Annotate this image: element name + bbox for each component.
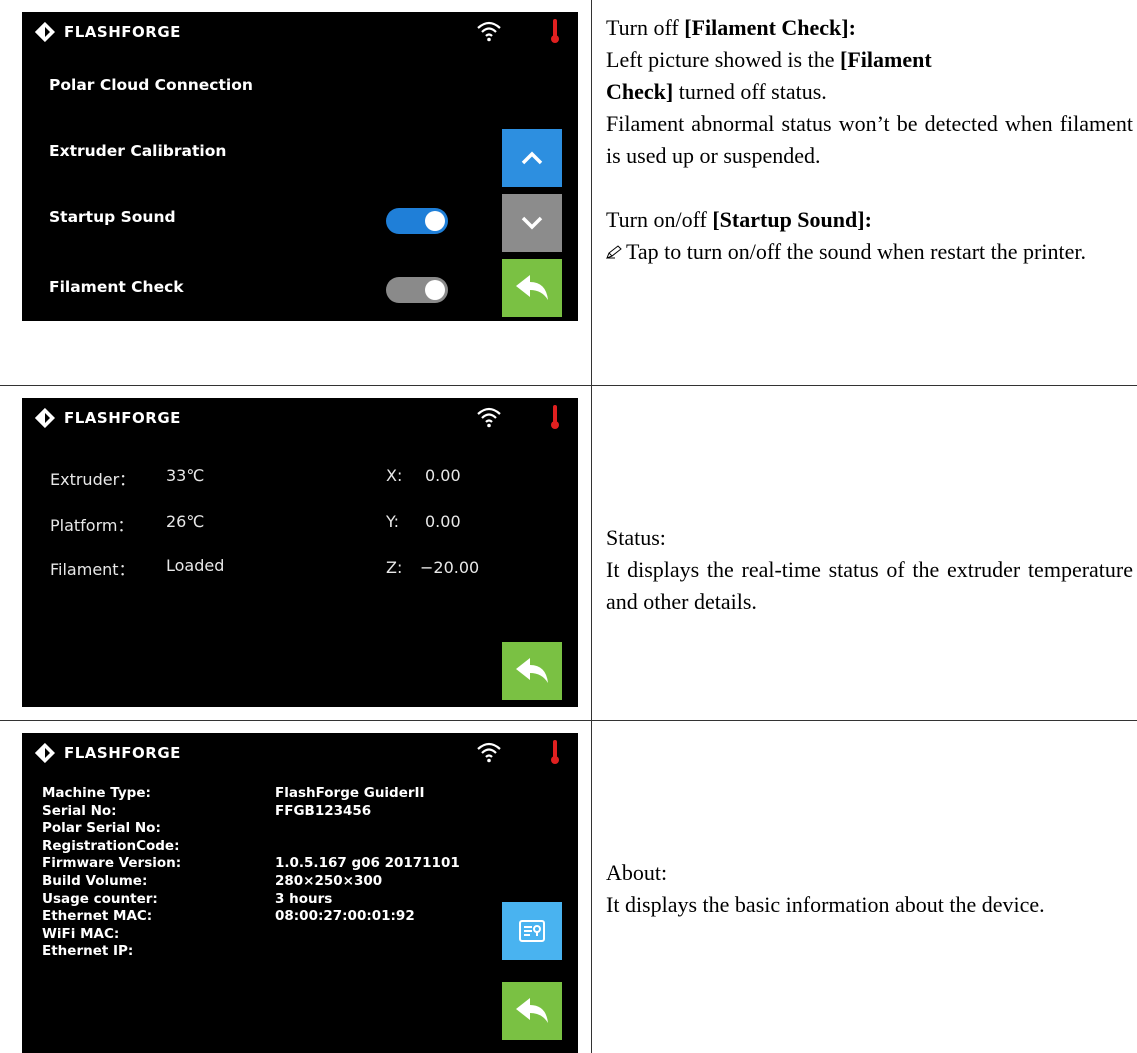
brand-header: FLASHFORGE bbox=[34, 741, 181, 765]
menu-item-polar-cloud[interactable]: Polar Cloud Connection bbox=[49, 76, 253, 94]
ethernet-ip-label: Ethernet IP: bbox=[42, 943, 134, 960]
chevron-down-icon bbox=[521, 216, 543, 230]
x-axis-value: 0.00 bbox=[425, 466, 461, 485]
column-divider bbox=[591, 0, 592, 1053]
about-paragraph: It displays the basic information about … bbox=[606, 892, 1045, 917]
row-divider-1 bbox=[0, 385, 1137, 386]
machine-type-value: FlashForge GuiderII bbox=[275, 785, 425, 801]
filament-check-paragraph: Filament abnormal status won’t be detect… bbox=[606, 111, 1133, 168]
wifi-icon bbox=[476, 20, 502, 42]
scroll-up-button[interactable] bbox=[502, 129, 562, 187]
brand-name: FLASHFORGE bbox=[64, 409, 181, 427]
menu-item-extruder-calibration[interactable]: Extruder Calibration bbox=[49, 142, 226, 160]
scroll-down-button[interactable] bbox=[502, 194, 562, 252]
y-axis-label: Y: bbox=[386, 512, 400, 531]
firmware-version-label: Firmware Version: bbox=[42, 855, 182, 872]
status-description: Status: It displays the real-time status… bbox=[606, 522, 1133, 618]
y-axis-value: 0.00 bbox=[425, 512, 461, 531]
chevron-up-icon bbox=[521, 151, 543, 165]
wifi-icon bbox=[476, 741, 502, 763]
filament-check-line2: Left picture showed is the [Filament bbox=[606, 47, 932, 72]
ethernet-mac-label: Ethernet MAC: bbox=[42, 908, 153, 925]
menu-item-startup-sound: Startup Sound bbox=[49, 208, 176, 226]
flashforge-logo-icon bbox=[34, 742, 56, 764]
status-paragraph: It displays the real-time status of the … bbox=[606, 557, 1133, 614]
about-description: About: It displays the basic information… bbox=[606, 857, 1133, 921]
thermometer-icon bbox=[550, 18, 560, 44]
filament-value: Loaded bbox=[166, 556, 225, 575]
startup-sound-heading: Turn on/off [Startup Sound]: bbox=[606, 207, 872, 232]
build-volume-value: 280×250×300 bbox=[275, 873, 383, 889]
usage-counter-label: Usage counter: bbox=[42, 890, 158, 907]
flashforge-logo-icon bbox=[34, 407, 56, 429]
flashforge-logo-icon bbox=[34, 21, 56, 43]
settings-screen: FLASHFORGE Polar Cloud Connection Extrud… bbox=[22, 12, 578, 321]
info-button[interactable] bbox=[502, 902, 562, 960]
back-button[interactable] bbox=[502, 642, 562, 700]
z-axis-value: −20.00 bbox=[420, 558, 480, 577]
wifi-mac-label: WiFi MAC: bbox=[42, 925, 120, 942]
platform-label: Platform： bbox=[50, 516, 134, 535]
status-screen: FLASHFORGE Extruder： 33℃ X: 0.00 Platfor… bbox=[22, 398, 578, 707]
toggle-knob bbox=[425, 211, 445, 231]
build-volume-label: Build Volume: bbox=[42, 873, 148, 889]
info-card-icon bbox=[519, 920, 545, 942]
filament-check-toggle[interactable] bbox=[386, 277, 448, 303]
polar-serial-label: Polar Serial No: bbox=[42, 820, 161, 837]
usage-counter-value: 3 hours bbox=[275, 890, 333, 907]
menu-item-filament-check: Filament Check bbox=[49, 278, 184, 296]
thermometer-icon bbox=[550, 739, 560, 765]
extruder-label: Extruder： bbox=[50, 470, 136, 489]
ethernet-mac-value: 08:00:27:00:01:92 bbox=[275, 908, 415, 925]
extruder-value: 33℃ bbox=[166, 466, 205, 485]
status-heading: Status: bbox=[606, 525, 666, 550]
filament-check-line3: Check] turned off status. bbox=[606, 79, 827, 104]
toggle-knob bbox=[425, 280, 445, 300]
z-axis-label: Z: bbox=[386, 558, 403, 577]
serial-no-label: Serial No: bbox=[42, 802, 117, 819]
brand-name: FLASHFORGE bbox=[64, 23, 181, 41]
thermometer-icon bbox=[550, 404, 560, 430]
pencil-icon bbox=[606, 236, 626, 268]
brand-header: FLASHFORGE bbox=[34, 20, 181, 44]
machine-type-label: Machine Type: bbox=[42, 785, 151, 801]
brand-name: FLASHFORGE bbox=[64, 744, 181, 762]
back-button[interactable] bbox=[502, 982, 562, 1040]
firmware-version-value: 1.0.5.167 g06 20171101 bbox=[275, 855, 460, 872]
back-arrow-icon bbox=[516, 275, 548, 300]
startup-sound-paragraph: Tap to turn on/off the sound when restar… bbox=[606, 236, 1133, 268]
startup-sound-toggle[interactable] bbox=[386, 208, 448, 234]
serial-no-value: FFGB123456 bbox=[275, 802, 372, 819]
back-arrow-icon bbox=[516, 998, 548, 1023]
back-arrow-icon bbox=[516, 658, 548, 683]
wifi-icon bbox=[476, 406, 502, 428]
platform-value: 26℃ bbox=[166, 512, 205, 531]
filament-check-heading: Turn off [Filament Check]: bbox=[606, 15, 856, 40]
filament-label: Filament： bbox=[50, 560, 135, 579]
x-axis-label: X: bbox=[386, 466, 403, 485]
about-heading: About: bbox=[606, 860, 668, 885]
settings-description: Turn off [Filament Check]: Left picture … bbox=[606, 12, 1133, 268]
about-screen: FLASHFORGE Machine Type: FlashForge Guid… bbox=[22, 733, 578, 1053]
registration-code-label: RegistrationCode: bbox=[42, 837, 180, 854]
row-divider-2 bbox=[0, 720, 1137, 721]
brand-header: FLASHFORGE bbox=[34, 406, 181, 430]
back-button[interactable] bbox=[502, 259, 562, 317]
